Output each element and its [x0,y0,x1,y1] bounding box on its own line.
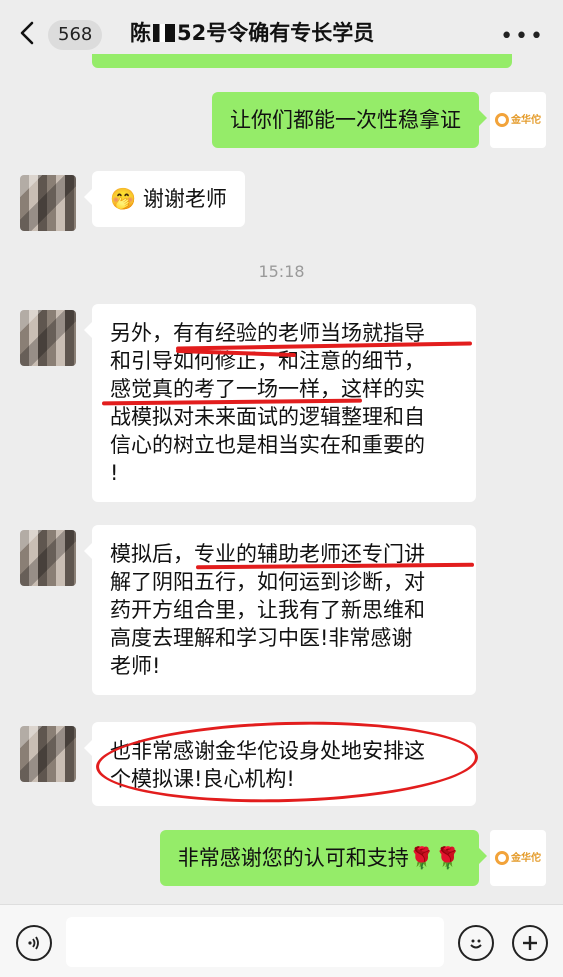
contact-avatar[interactable] [20,175,76,231]
emoji-icon: 🤭 [110,187,137,211]
message-line: 解了阴阳五行，如何运到诊断，对 [110,570,425,594]
more-options-icon[interactable]: ••• [500,24,545,49]
message-line: 高度去理解和学习中医!非常感谢 [110,626,413,650]
unread-count-badge[interactable]: 568 [48,20,103,50]
plus-glyph [523,936,537,950]
message-line: 和引导如何修正，和注意的细节， [110,349,425,373]
redacted-mosaic [153,24,175,42]
message-line: 信心的树立也是相当实在和重要的 [110,433,425,457]
brand-logo-icon: 金华佗 [495,851,541,865]
message-text: 让你们都能一次性稳拿证 [230,108,461,132]
voice-icon[interactable] [16,925,52,961]
brand-avatar[interactable]: 金华佗 [490,92,546,148]
message-line: 战模拟对未来面试的逻辑整理和自 [110,405,425,429]
chat-title-prefix: 陈 [130,21,151,45]
contact-avatar[interactable] [20,530,76,586]
contact-avatar[interactable] [20,310,76,366]
message-line: ! [110,461,119,485]
back-arrow-icon[interactable] [14,17,44,49]
message-text: 谢谢老师 [142,187,227,211]
plus-icon[interactable] [512,925,548,961]
message-bubble-incoming[interactable]: 🤭 谢谢老师 [84,171,245,227]
voice-wave-glyph [28,936,39,950]
message-line: 药开方组合里，让我有了新思维和 [110,598,425,622]
input-bar [0,904,563,977]
message-bubble-incoming[interactable]: 模拟后，专业的辅助老师还专门讲 解了阴阳五行，如何运到诊断，对 药开方组合里，让… [84,525,476,695]
brand-avatar[interactable]: 金华佗 [490,830,546,886]
previous-message-peek [92,54,512,68]
timestamp: 15:18 [258,262,305,281]
smiley-glyph [470,939,482,949]
message-line: 老师! [110,654,161,678]
contact-avatar[interactable] [20,726,76,782]
brand-logo-icon: 金华佗 [495,113,541,127]
chat-title-suffix: 52号令确有专长学员 [177,21,375,45]
message-bubble-outgoing[interactable]: 让你们都能一次性稳拿证 [212,92,487,148]
message-bubble-outgoing[interactable]: 非常感谢您的认可和支持🌹🌹 [159,830,488,886]
chat-title: 陈 52号令确有专长学员 [130,16,374,50]
emoji-icon[interactable] [458,925,494,961]
message-input[interactable] [66,917,444,967]
message-text: 非常感谢您的认可和支持🌹🌹 [177,846,461,870]
